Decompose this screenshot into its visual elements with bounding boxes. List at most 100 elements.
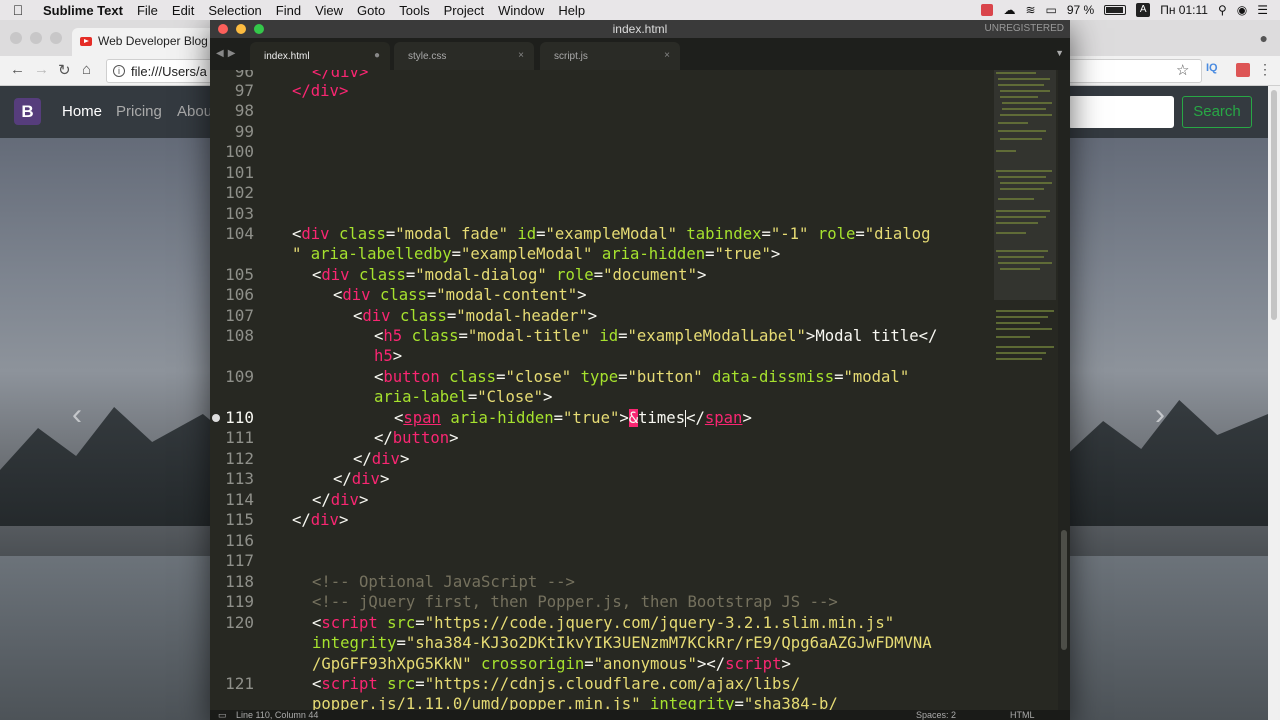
menu-project[interactable]: Project (437, 3, 491, 18)
code-token: "true" (563, 409, 620, 427)
tab-overflow-icon[interactable]: ▼ (1055, 48, 1064, 58)
nav-pricing[interactable]: Pricing (116, 103, 162, 120)
extension-icon[interactable] (1236, 63, 1250, 77)
airplay-icon[interactable]: ▭ (1046, 3, 1057, 17)
input-source-icon[interactable]: A (1136, 3, 1151, 17)
line-number: 108 (225, 326, 254, 345)
sublime-minimize-button[interactable] (236, 24, 246, 34)
code-token: "modal-title" (467, 327, 590, 345)
minimap-line (1000, 182, 1052, 184)
sublime-zoom-button[interactable] (254, 24, 264, 34)
menu-edit[interactable]: Edit (165, 3, 201, 18)
browser-zoom-button[interactable] (50, 32, 62, 44)
minimap-line (1000, 96, 1038, 98)
menu-find[interactable]: Find (269, 3, 308, 18)
line-number: 98 (234, 101, 254, 120)
code-token: class (411, 327, 459, 345)
menu-app-name[interactable]: Sublime Text (36, 3, 130, 18)
minimap-line (1002, 102, 1052, 104)
tab-close-icon[interactable]: × (518, 50, 524, 61)
line-number: 105 (225, 265, 254, 284)
browser-menu-icon[interactable]: ⋮ (1258, 61, 1272, 78)
editor-scroll-thumb[interactable] (1061, 530, 1067, 650)
wifi-icon[interactable]: ≋ (1025, 3, 1035, 17)
home-icon[interactable]: ⌂ (82, 61, 91, 78)
brand-logo[interactable]: B (14, 98, 41, 125)
minimap-line (996, 150, 1016, 152)
spotlight-icon[interactable]: ⚲ (1218, 3, 1227, 17)
code-line-108-wrap: h5> (374, 347, 403, 365)
tab-close-icon[interactable]: × (664, 50, 670, 61)
indentation-setting[interactable]: Spaces: 2 (916, 710, 956, 720)
minimap[interactable] (990, 70, 1058, 710)
recording-icon[interactable] (981, 4, 994, 16)
menu-goto[interactable]: Goto (350, 3, 392, 18)
profile-icon[interactable]: ● (1260, 30, 1268, 46)
carousel-next-icon[interactable]: › (1155, 398, 1165, 432)
code-editor[interactable]: 96 97 98 99 100 101 102 103 104 105 106 … (210, 70, 1070, 710)
browser-scroll-thumb[interactable] (1271, 90, 1277, 320)
browser-scrollbar[interactable] (1268, 86, 1280, 720)
battery-percent[interactable]: 97 % (1067, 3, 1094, 17)
minimap-line (996, 322, 1040, 324)
minimap-line (1000, 138, 1042, 140)
code-token: /GpGFF93hXpG5KkN" (312, 655, 472, 673)
minimap-viewport[interactable] (994, 70, 1056, 300)
minimap-line (996, 210, 1050, 212)
browser-tab[interactable]: Web Developer Blog - (72, 28, 232, 56)
code-token: "https://code.jquery.com/jquery-3.2.1.sl… (424, 614, 895, 632)
tab-index-html[interactable]: index.html ● (250, 42, 390, 70)
nav-home[interactable]: Home (62, 103, 102, 120)
code-token: role (817, 225, 856, 243)
browser-minimize-button[interactable] (30, 32, 42, 44)
carousel-prev-icon[interactable]: ‹ (72, 398, 82, 432)
menu-tools[interactable]: Tools (392, 3, 436, 18)
minimap-line (996, 216, 1046, 218)
sublime-window-title: index.html (612, 22, 668, 36)
syntax-mode[interactable]: HTML (1010, 710, 1035, 720)
code-token: id (517, 225, 537, 243)
battery-icon[interactable] (1104, 5, 1127, 15)
code-area[interactable]: </div> </div> <div class="modal fade" id… (292, 70, 992, 710)
menu-selection[interactable]: Selection (201, 3, 268, 18)
menu-view[interactable]: View (308, 3, 350, 18)
forward-icon[interactable]: → (34, 61, 49, 78)
notification-center-icon[interactable]: ☰ (1257, 3, 1268, 17)
tab-modified-dot-icon[interactable]: ● (374, 50, 380, 61)
browser-window-controls (10, 32, 62, 44)
cloud-icon[interactable]: ☁ (1003, 3, 1015, 17)
siri-icon[interactable]: ◉ (1237, 3, 1247, 17)
menu-file[interactable]: File (130, 3, 165, 18)
apple-icon[interactable]:  (0, 2, 36, 18)
tab-style-css[interactable]: style.css × (394, 42, 534, 70)
info-icon[interactable]: i (113, 65, 125, 77)
site-search-input[interactable] (1068, 96, 1174, 128)
tab-script-js[interactable]: script.js × (540, 42, 680, 70)
panel-toggle-icon[interactable]: ▭ (218, 710, 227, 720)
line-number: 113 (225, 469, 254, 488)
editor-scrollbar[interactable] (1058, 70, 1070, 710)
minimap-line (996, 72, 1036, 74)
code-token: div (301, 225, 330, 243)
code-token: "exampleModal" (461, 245, 593, 263)
line-number: 117 (225, 551, 254, 570)
tab-nav-arrows-icon[interactable]: ◀▶ (216, 48, 239, 59)
clock[interactable]: Пн 01:11 (1160, 3, 1208, 17)
sublime-close-button[interactable] (218, 24, 228, 34)
code-token: h5 (383, 327, 403, 345)
address-text: file:///Users/a (131, 64, 207, 79)
menu-help[interactable]: Help (551, 3, 592, 18)
back-icon[interactable]: ← (10, 61, 25, 78)
code-token: "document" (603, 266, 697, 284)
code-token: button (383, 368, 440, 386)
browser-close-button[interactable] (10, 32, 22, 44)
code-token: crossorigin (481, 655, 585, 673)
nav-about[interactable]: Abou (177, 103, 212, 120)
reload-icon[interactable]: ↻ (58, 61, 71, 79)
minimap-line (996, 328, 1052, 330)
site-search-button[interactable]: Search (1182, 96, 1252, 128)
bookmark-star-icon[interactable]: ☆ (1176, 61, 1189, 79)
code-line-121: <script src="https://cdnjs.cloudflare.co… (312, 675, 801, 693)
extension-iq-icon[interactable]: IQ (1206, 62, 1218, 74)
menu-window[interactable]: Window (491, 3, 551, 18)
